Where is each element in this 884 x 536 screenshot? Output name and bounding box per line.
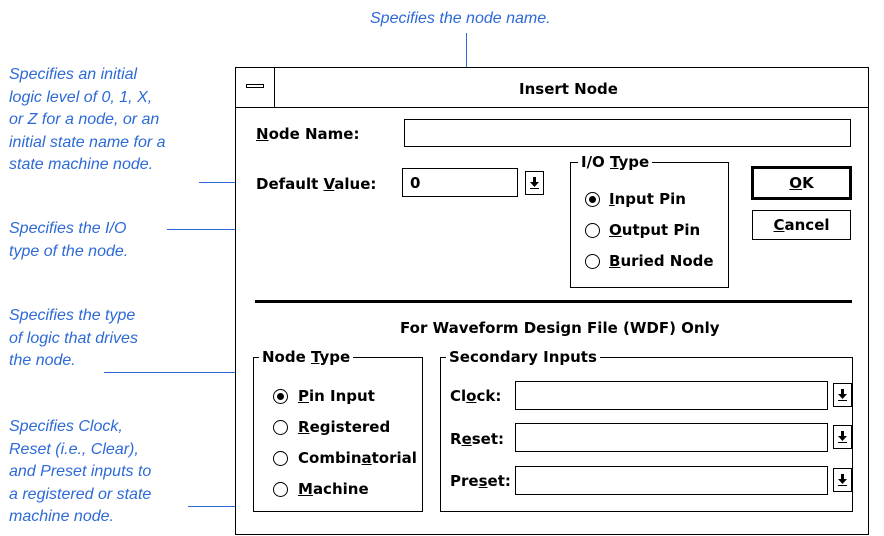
machine-radio[interactable] [273, 482, 288, 497]
arrow-down-icon [838, 431, 847, 443]
machine-label[interactable]: Machine [298, 480, 369, 498]
node-type-group-title: Node Type [259, 348, 354, 366]
separator-line [255, 300, 852, 303]
node-name-label: Node Name: [256, 125, 360, 143]
output-pin-label[interactable]: Output Pin [609, 221, 700, 239]
default-value-input[interactable]: 0 [402, 168, 518, 197]
default-value-text: 0 [410, 174, 421, 192]
wdf-heading: For Waveform Design File (WDF) Only [400, 319, 720, 337]
annotation-io-type: Specifies the I/O type of the node. [9, 220, 129, 260]
ok-button[interactable]: OK [751, 166, 852, 200]
arrow-down-icon [530, 177, 539, 189]
pin-input-label[interactable]: Pin Input [298, 387, 375, 405]
input-pin-radio[interactable] [585, 192, 600, 207]
buried-node-label[interactable]: Buried Node [609, 252, 714, 270]
insert-node-dialog: Insert Node Node Name: Default Value: 0 … [235, 67, 869, 535]
combinatorial-radio[interactable] [273, 451, 288, 466]
pin-input-radio[interactable] [273, 389, 288, 404]
io-type-group-title: I/O Type [578, 153, 653, 171]
arrow-down-icon [838, 474, 847, 486]
preset-input[interactable] [515, 466, 828, 495]
default-value-dropdown-button[interactable] [525, 171, 544, 195]
registered-label[interactable]: Registered [298, 418, 390, 436]
output-pin-radio[interactable] [585, 223, 600, 238]
buried-node-radio[interactable] [585, 254, 600, 269]
combinatorial-label[interactable]: Combinatorial [298, 449, 417, 467]
node-name-input[interactable] [404, 119, 851, 147]
reset-input[interactable] [515, 423, 828, 452]
input-pin-label[interactable]: Input Pin [609, 190, 686, 208]
default-value-label: Default Value: [256, 175, 377, 193]
clock-input[interactable] [515, 381, 828, 410]
annotation-node-name: Specifies the node name. [370, 10, 551, 27]
clock-dropdown-button[interactable] [833, 383, 852, 407]
annotation-default-value: Specifies an initial logic level of 0, 1… [9, 66, 166, 173]
reset-dropdown-button[interactable] [833, 425, 852, 449]
secondary-inputs-group-title: Secondary Inputs [446, 348, 600, 366]
dialog-title: Insert Node [519, 80, 618, 98]
clock-label: Clock: [450, 387, 502, 405]
preset-dropdown-button[interactable] [833, 468, 852, 492]
annotation-secondary-inputs: Specifies Clock, Reset (i.e., Clear), an… [9, 418, 152, 525]
system-menu-box[interactable] [236, 68, 275, 107]
dash-icon [246, 84, 264, 88]
preset-label: Preset: [450, 472, 511, 490]
cancel-button[interactable]: Cancel [752, 210, 851, 240]
registered-radio[interactable] [273, 420, 288, 435]
reset-label: Reset: [450, 430, 505, 448]
annotation-node-type: Specifies the type of logic that drives … [9, 307, 138, 369]
arrow-down-icon [838, 389, 847, 401]
title-bar: Insert Node [236, 68, 868, 108]
